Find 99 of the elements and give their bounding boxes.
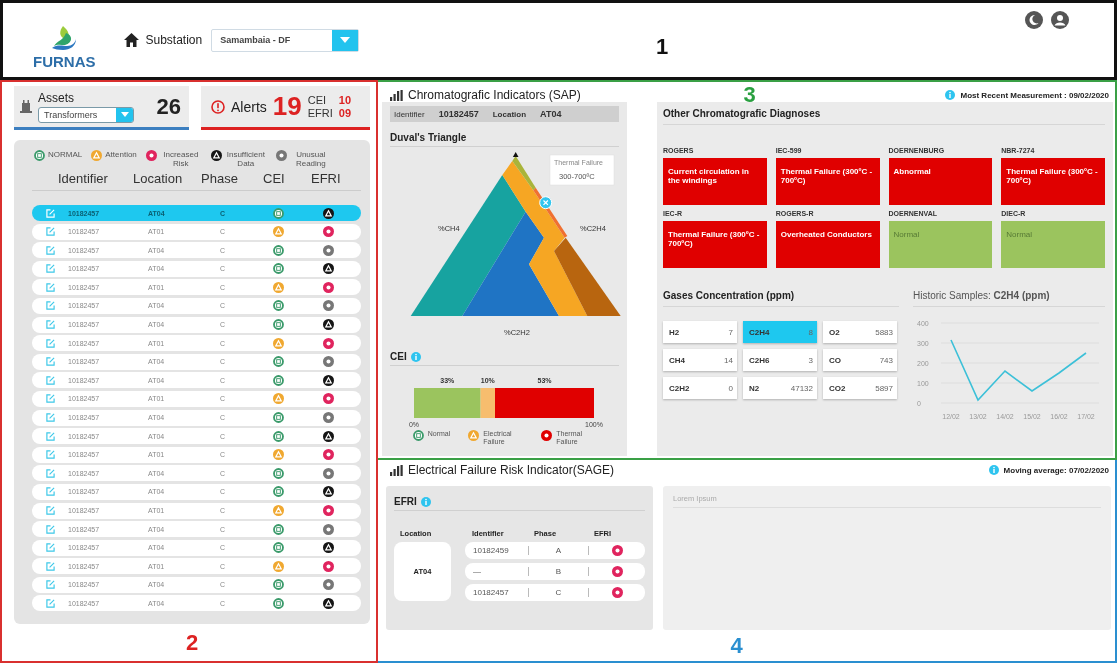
location-label: Location [492,109,527,119]
panel-title: Historic Samples: C2H4 (ppm) [913,290,1105,307]
diagnosis-tile: Thermal Failure (300ºC - 700ºC) [775,158,880,205]
edit-icon[interactable] [45,506,55,515]
column-header: Location [133,171,184,186]
edit-icon[interactable] [45,320,55,330]
card-title: EFRI [394,496,417,507]
phase-cell: C [529,588,589,597]
gas-cell[interactable]: N2 47132 [743,377,817,399]
alert-type-count: 09 [338,106,352,120]
edit-icon[interactable] [45,598,55,608]
user-icon[interactable] [1051,11,1069,29]
caret-icon [340,37,351,43]
section-number: 1 [656,34,669,60]
location-value: AT04 [540,109,562,119]
edit-icon[interactable] [45,375,55,385]
gas-cell[interactable]: H2 7 [663,321,737,343]
alert-icon [211,99,225,114]
identifier-label: Identifier [394,109,425,119]
gas-cell[interactable]: C2H6 3 [743,349,817,371]
section-title: Chromatografic Indicators (SAP) [408,88,581,102]
section-number: 2 [185,629,199,656]
edit-icon[interactable] [45,580,55,590]
marker-icon[interactable] [539,196,553,210]
column-header: Phase [201,171,239,186]
panel-title: Gases Concentration (ppm) [663,290,899,307]
home-icon[interactable] [123,33,139,47]
edit-icon[interactable] [45,431,55,441]
section-number: 4 [730,632,743,659]
alerts-label: Alerts [231,98,267,115]
asset-count: 26 [156,93,181,120]
tooltip-box [549,154,615,186]
edit-icon[interactable] [45,561,55,571]
logo-text: FURNAS [33,52,96,70]
bar-chart-icon [390,89,403,101]
alert-count: 19 [272,91,302,122]
identifier-cell: 10182459 [465,546,529,555]
assets-label: Assets [38,90,75,105]
info-icon[interactable] [410,351,421,362]
edit-icon[interactable] [45,357,55,367]
caret-icon [120,112,129,117]
section-title: Electrical Failure Risk Indicator(SAGE) [408,463,615,477]
legend-label: Attention [105,150,137,159]
gas-cell[interactable]: C2H2 0 [663,377,737,399]
info-icon[interactable] [988,465,999,475]
moon-icon[interactable] [1025,11,1043,29]
edit-icon[interactable] [45,282,55,292]
legend-label: Insufficient Data [225,150,266,168]
column-header: EFRI [311,171,342,186]
gas-cell[interactable]: O2 5883 [823,321,897,343]
edit-icon[interactable] [45,301,55,311]
bar-chart-icon [390,464,403,476]
diagnosis-tile: Normal [888,221,993,268]
gas-cell[interactable]: CO 743 [823,349,897,371]
gas-cell[interactable]: CH4 14 [663,349,737,371]
panel-title: Other Chromatografic Diagnoses [663,108,1105,125]
legend-label: Increased Risk [162,150,200,168]
identifier-value: 10182457 [438,109,479,119]
card-title: Duval's Triangle [390,132,619,147]
edit-icon[interactable] [45,543,55,553]
info-icon[interactable] [420,496,431,507]
edit-icon[interactable] [45,227,55,237]
edit-icon[interactable] [45,245,55,255]
column-header: CEI [263,171,286,186]
diagnosis-tile: Abnormal [888,158,993,205]
edit-icon[interactable] [45,338,55,348]
diagnosis-tile: Thermal Failure (300ºC - 700ºC) [663,221,767,268]
identifier-cell: 10182457 [465,588,529,597]
diagnosis-tile: Normal [1001,221,1105,268]
edit-icon[interactable] [45,264,55,274]
info-icon[interactable] [945,90,956,100]
gas-cell[interactable]: CO2 5897 [823,377,897,399]
column-header: Identifier [58,171,109,186]
edit-icon[interactable] [45,413,55,423]
edit-icon[interactable] [45,450,55,460]
measurement-date: Most Recent Measurement : 09/02/2020 [960,90,1109,100]
asset-type-dropdown[interactable]: Transformers [38,106,134,123]
legend-label: Unusual Reading [294,150,327,168]
edit-icon[interactable] [45,524,55,534]
card-title: CEI [390,351,407,362]
legend-label: NORMAL [48,150,83,159]
alert-type-count: 10 [338,93,352,107]
alert-type-label: EFRI [307,106,333,120]
edit-icon[interactable] [45,394,55,404]
transformer-icon [20,99,32,114]
diagnosis-tile: Thermal Failure (300ºC - 700ºC) [1001,158,1105,205]
phase-cell: A [529,546,589,555]
identifier-cell: — [465,567,529,576]
gas-cell[interactable]: C2H4 8 [743,321,817,343]
edit-icon[interactable] [45,487,55,497]
edit-icon[interactable] [45,468,55,478]
phase-cell: B [529,567,589,576]
diagnosis-tile: Current circulation in the windings [663,158,767,205]
substation-label: Substation [145,33,203,47]
section-number: 3 [743,82,756,108]
diagnosis-tile: Overheated Conductors [775,221,880,268]
substation-dropdown[interactable]: Samambaia - DF [211,28,360,52]
alert-type-label: CEI [307,93,328,107]
moving-average: Moving average: 07/02/2020 [1003,465,1109,475]
